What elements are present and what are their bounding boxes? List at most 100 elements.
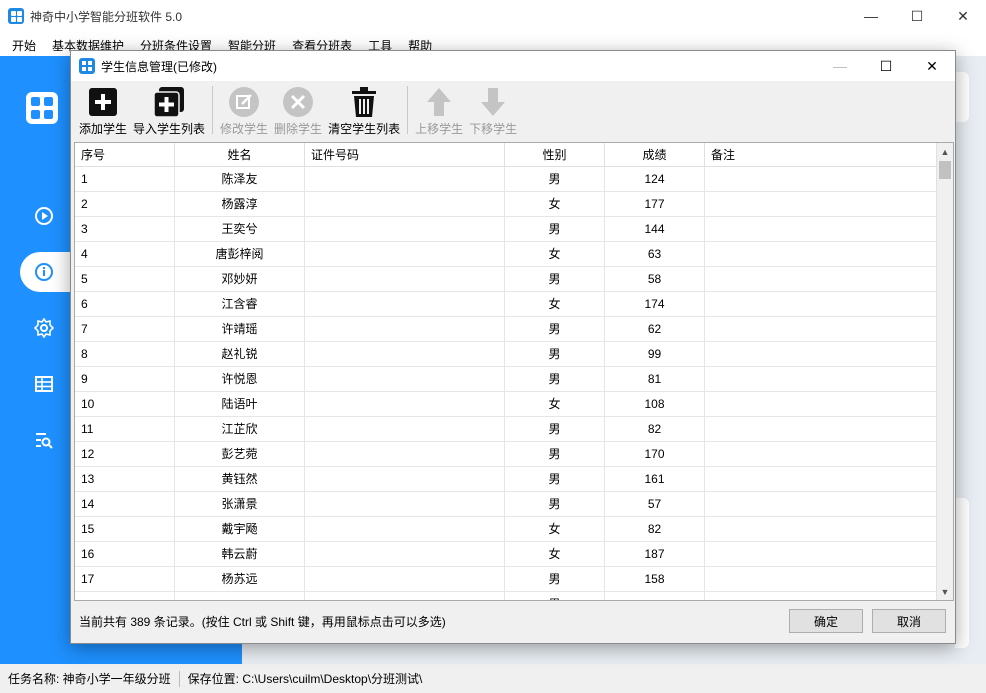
table-row[interactable]: 16 韩云蔚 女 187: [75, 542, 937, 567]
cell-gender: 男: [505, 492, 605, 517]
import-students-button[interactable]: 导入学生列表: [130, 81, 208, 139]
table-row[interactable]: 1 陈泽友 男 124: [75, 167, 937, 192]
cell-index: 12: [75, 442, 175, 467]
status-bar: 任务名称: 神奇小学一年级分班 保存位置: C:\Users\cuilm\Des…: [0, 664, 986, 693]
cell-name: 赵礼锐: [175, 342, 305, 367]
table-row[interactable]: 2 杨露淳 女 177: [75, 192, 937, 217]
cell-score: 82: [605, 417, 705, 442]
cell-note: [705, 392, 937, 417]
cell-score: 58: [605, 267, 705, 292]
table-row[interactable]: 12 彭艺菀 男 170: [75, 442, 937, 467]
table-row[interactable]: 11 江芷欣 男 82: [75, 417, 937, 442]
cell-gender: 男: [505, 342, 605, 367]
table-row[interactable]: 3 王奕兮 男 144: [75, 217, 937, 242]
scroll-thumb[interactable]: [939, 161, 951, 179]
cell-id-number: [305, 492, 505, 517]
dialog-toolbar: 添加学生 导入学生列表 修改学生 删除学生 清空学生列表 上移学生 下移学生: [72, 81, 954, 139]
move-up-button[interactable]: 上移学生: [412, 81, 466, 139]
cell-score: 174: [605, 292, 705, 317]
sidebar-item-start[interactable]: [20, 196, 72, 236]
cell-gender: 女: [505, 192, 605, 217]
table-row[interactable]: 9 许悦恩 男 81: [75, 367, 937, 392]
dialog-app-icon: [79, 58, 95, 74]
table-row[interactable]: 8 赵礼锐 男 99: [75, 342, 937, 367]
cell-gender: 男: [505, 442, 605, 467]
column-header-score[interactable]: 成绩: [605, 143, 705, 167]
cell-score: [605, 592, 705, 600]
cell-id-number: [305, 567, 505, 592]
play-circle-icon: [35, 207, 53, 225]
cell-name: 杨露淳: [175, 192, 305, 217]
sidebar-item-settings[interactable]: [20, 308, 72, 348]
cell-index: 14: [75, 492, 175, 517]
table-row[interactable]: 4 唐彭梓阅 女 63: [75, 242, 937, 267]
cell-name: 陆语叶: [175, 392, 305, 417]
table-row[interactable]: 17 杨苏远 男 158: [75, 567, 937, 592]
clear-list-button[interactable]: 清空学生列表: [325, 81, 403, 139]
delete-student-button[interactable]: 删除学生: [271, 81, 325, 139]
cancel-button[interactable]: 取消: [872, 609, 946, 633]
table-row[interactable]: 男: [75, 592, 937, 600]
cell-gender: 女: [505, 517, 605, 542]
table-row[interactable]: 13 黄钰然 男 161: [75, 467, 937, 492]
column-header-id-number[interactable]: 证件号码: [305, 143, 505, 167]
cell-index: 16: [75, 542, 175, 567]
menu-start[interactable]: 开始: [4, 32, 44, 56]
table-row[interactable]: 7 许靖瑶 男 62: [75, 317, 937, 342]
scroll-up-arrow-icon[interactable]: ▲: [937, 143, 953, 160]
delete-student-label: 删除学生: [274, 122, 323, 136]
cell-name: [175, 592, 305, 600]
dialog-title: 学生信息管理(已修改): [101, 59, 217, 74]
sidebar-item-search[interactable]: [20, 420, 72, 460]
sidebar-item-table[interactable]: [20, 364, 72, 404]
edit-student-button[interactable]: 修改学生: [217, 81, 271, 139]
column-header-name[interactable]: 姓名: [175, 143, 305, 167]
table-row[interactable]: 14 张潇景 男 57: [75, 492, 937, 517]
cell-id-number: [305, 367, 505, 392]
cell-score: 62: [605, 317, 705, 342]
cell-index: 6: [75, 292, 175, 317]
ok-button[interactable]: 确定: [789, 609, 863, 633]
scroll-down-arrow-icon[interactable]: ▼: [937, 583, 953, 600]
cell-name: 许靖瑶: [175, 317, 305, 342]
cell-index: 5: [75, 267, 175, 292]
dialog-maximize-button[interactable]: ☐: [863, 51, 909, 81]
minimize-button[interactable]: —: [848, 0, 894, 32]
vertical-scrollbar[interactable]: ▲ ▼: [936, 143, 953, 600]
cell-name: 陈泽友: [175, 167, 305, 192]
import-list-icon: [153, 87, 185, 118]
add-student-button[interactable]: 添加学生: [76, 81, 130, 139]
cell-gender: 女: [505, 242, 605, 267]
record-count-text: 当前共有 389 条记录。(按住 Ctrl 或 Shift 键，再用鼠标点击可以…: [79, 615, 446, 629]
maximize-button[interactable]: ☐: [894, 0, 940, 32]
cell-score: 63: [605, 242, 705, 267]
table-row[interactable]: 15 戴宇飏 女 82: [75, 517, 937, 542]
status-divider: [178, 670, 180, 687]
column-header-index[interactable]: 序号: [75, 143, 175, 167]
table-row[interactable]: 6 江含睿 女 174: [75, 292, 937, 317]
cell-note: [705, 417, 937, 442]
move-down-button[interactable]: 下移学生: [466, 81, 520, 139]
cell-name: 戴宇飏: [175, 517, 305, 542]
cell-note: [705, 492, 937, 517]
dialog-close-button[interactable]: ✕: [909, 51, 955, 81]
cell-score: 170: [605, 442, 705, 467]
cell-gender: 男: [505, 417, 605, 442]
cell-id-number: [305, 342, 505, 367]
sidebar-logo-icon: [26, 92, 58, 124]
cell-note: [705, 342, 937, 367]
cell-index: 11: [75, 417, 175, 442]
dialog-minimize-button[interactable]: —: [817, 51, 863, 81]
cell-name: 唐彭梓阅: [175, 242, 305, 267]
cell-index: 17: [75, 567, 175, 592]
student-table[interactable]: 序号 姓名 证件号码 性别 成绩 备注 1 陈泽友男 124 2 杨露淳女 177 3 王奕兮…: [74, 142, 954, 601]
close-button[interactable]: ✕: [940, 0, 986, 32]
table-row[interactable]: 10 陆语叶 女 108: [75, 392, 937, 417]
table-row[interactable]: 5 邓妙妍 男 58: [75, 267, 937, 292]
column-header-note[interactable]: 备注: [705, 143, 937, 167]
cell-gender: 男: [505, 592, 605, 600]
main-titlebar: 神奇中小学智能分班软件 5.0 — ☐ ✕: [0, 0, 986, 32]
cell-note: [705, 567, 937, 592]
column-header-gender[interactable]: 性别: [505, 143, 605, 167]
cell-id-number: [305, 242, 505, 267]
